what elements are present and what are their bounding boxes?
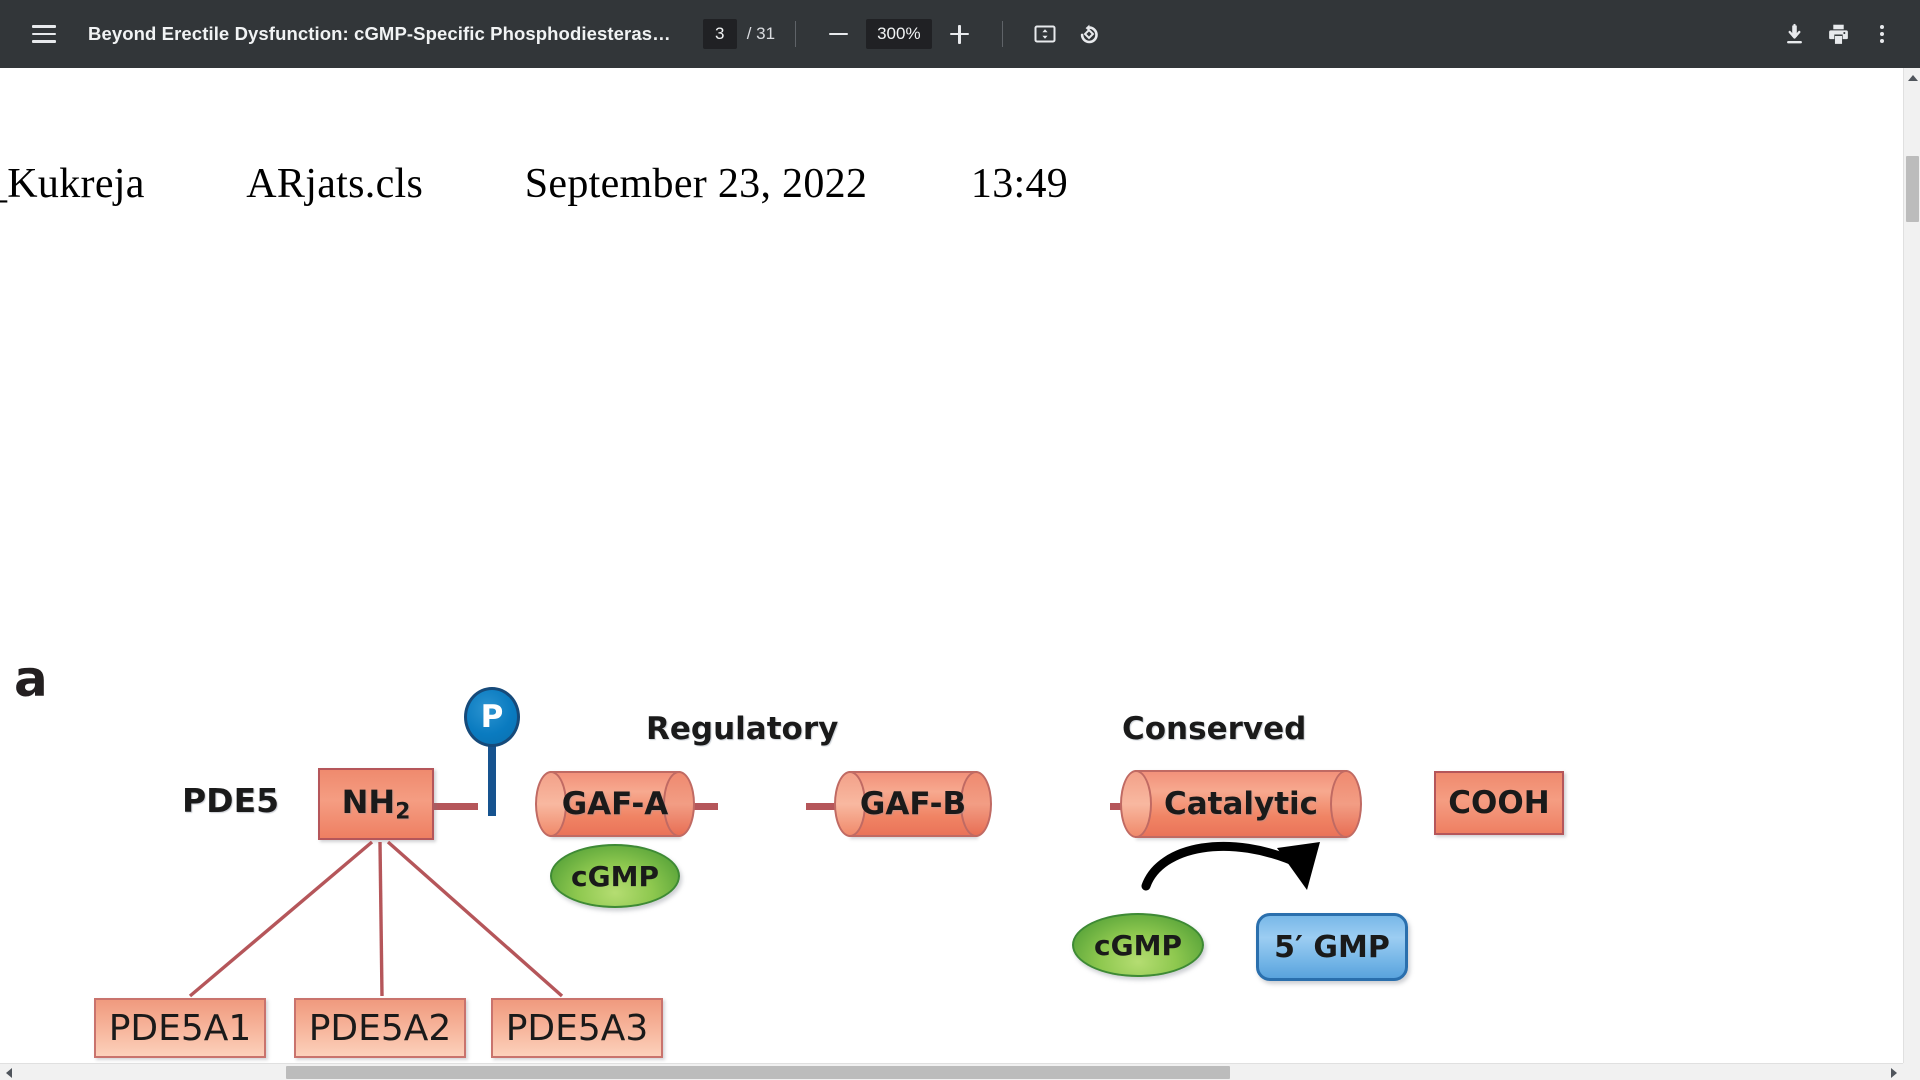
branch-line-3	[386, 840, 564, 998]
toolbar-divider-1	[795, 21, 797, 47]
page-navigation: / 31	[702, 19, 776, 49]
rotate-counterclockwise-icon	[1080, 24, 1098, 44]
page-total-label: / 31	[746, 24, 776, 43]
vertical-scrollbar[interactable]	[1903, 68, 1920, 1080]
figure-panel-letter: a	[14, 650, 48, 708]
ligand-gmp-product: 5′ GMP	[1256, 913, 1408, 981]
download-button[interactable]	[1772, 12, 1816, 56]
scroll-arrow-right-icon[interactable]	[1891, 1068, 1897, 1078]
catalysis-arrow-group	[1141, 841, 1320, 891]
isoform-label-pde5a1: PDE5A1	[108, 1007, 252, 1049]
catalysis-arrow-curve	[1141, 841, 1305, 891]
scroll-arrow-up-icon[interactable]	[1908, 75, 1918, 81]
ligand-cgmp-gaf-a: cGMP	[550, 844, 680, 908]
print-button[interactable]	[1816, 12, 1860, 56]
domain-label-catalytic: Catalytic	[1163, 786, 1319, 822]
label-pde5: PDE5	[182, 781, 280, 820]
isoform-label-pde5a3: PDE5A3	[505, 1007, 649, 1049]
scroll-arrow-left-icon[interactable]	[6, 1068, 12, 1078]
ligand-cgmp-substrate: cGMP	[1072, 913, 1204, 977]
domain-cylinder-catalytic: Catalytic	[1120, 770, 1362, 838]
more-vertical-icon	[1880, 25, 1884, 43]
more-options-button[interactable]	[1860, 12, 1904, 56]
isoform-box-pde5a1: PDE5A1	[94, 998, 266, 1058]
isoform-box-pde5a3: PDE5A3	[491, 998, 663, 1058]
isoform-label-pde5a2: PDE5A2	[308, 1007, 452, 1049]
zoom-in-button[interactable]	[938, 12, 982, 56]
isoform-branch-lines	[188, 840, 564, 998]
domain-box-nh2: NH2	[318, 768, 434, 840]
ligand-label-cgmp-substrate: cGMP	[1094, 928, 1182, 962]
domain-label-gaf-b: GAF-B	[859, 786, 967, 822]
catalysis-arrow-head	[1277, 842, 1320, 890]
branch-line-1	[188, 840, 374, 998]
toolbar-divider-2	[1001, 21, 1003, 47]
horizontal-scrollbar[interactable]	[0, 1063, 1903, 1080]
zoom-level-display[interactable]: 300%	[866, 19, 932, 49]
domain-label-nh2: NH2	[341, 783, 411, 825]
download-icon	[1786, 23, 1802, 43]
zoom-out-button[interactable]	[816, 12, 860, 56]
print-icon	[1828, 24, 1848, 44]
pdf-viewer-area[interactable]: _Kukreja ARjats.cls September 23, 2022 1…	[0, 68, 1920, 1080]
minus-icon	[828, 32, 848, 36]
fit-to-page-icon	[1034, 25, 1056, 43]
toolbar-right-actions	[1772, 12, 1904, 56]
phospho-stem	[488, 736, 496, 816]
rotate-button[interactable]	[1067, 12, 1111, 56]
label-regulatory-region: Regulatory	[646, 711, 839, 747]
domain-cylinder-gaf-a: GAF-A	[535, 771, 695, 837]
isoform-box-pde5a2: PDE5A2	[294, 998, 466, 1058]
hamburger-menu-icon	[32, 25, 56, 43]
domain-label-gaf-a: GAF-A	[561, 786, 669, 822]
phospho-label: P	[480, 699, 504, 735]
domain-label-cooh: COOH	[1448, 785, 1550, 821]
ligand-label-gmp-product: 5′ GMP	[1274, 929, 1390, 965]
document-title: Beyond Erectile Dysfunction: cGMP-Specif…	[88, 23, 671, 44]
page-number-input[interactable]	[702, 19, 737, 49]
vertical-scrollbar-thumb[interactable]	[1906, 156, 1919, 222]
zoom-controls: 300%	[816, 12, 981, 56]
pdf-page-3: _Kukreja ARjats.cls September 23, 2022 1…	[0, 68, 1906, 1058]
sidebar-toggle-button[interactable]	[22, 12, 66, 56]
scrollbar-corner	[1903, 1063, 1920, 1080]
domain-cylinder-gaf-b: GAF-B	[834, 771, 992, 837]
phosphorylation-site-badge: P	[464, 687, 520, 747]
label-conserved-region: Conserved	[1122, 711, 1307, 747]
ligand-label-cgmp-gaf: cGMP	[571, 859, 659, 893]
plus-icon	[950, 24, 970, 44]
branch-line-2	[378, 841, 384, 997]
pdf-toolbar: Beyond Erectile Dysfunction: cGMP-Specif…	[0, 0, 1920, 68]
horizontal-scrollbar-thumb[interactable]	[286, 1066, 1230, 1079]
domain-box-cooh: COOH	[1434, 771, 1564, 835]
figure-pde5-domain-structure: a Regulatory Conserved PDE5 P NH2 GAF-A	[0, 68, 1906, 1058]
fit-to-page-button[interactable]	[1023, 12, 1067, 56]
